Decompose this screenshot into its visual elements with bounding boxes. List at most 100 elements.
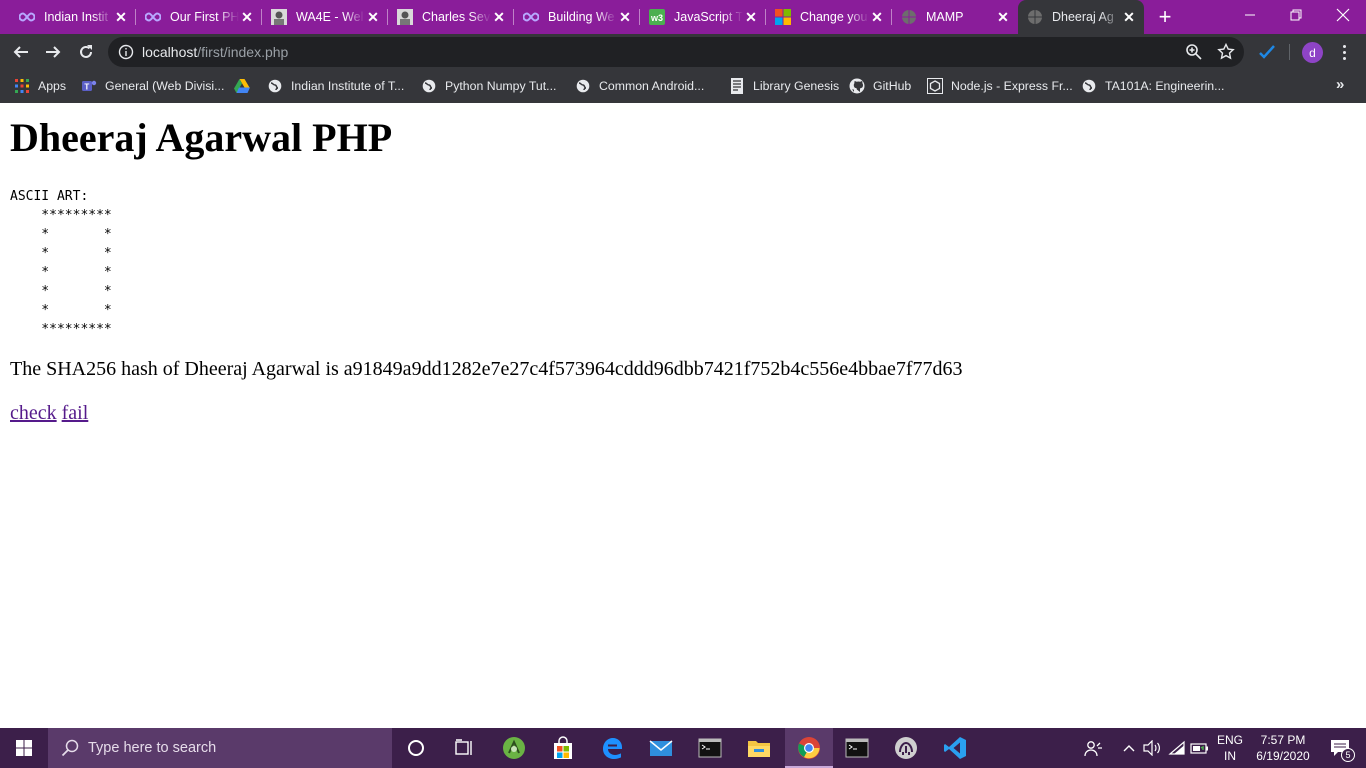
bookmark-numpy[interactable]: Python Numpy Tut... — [421, 76, 556, 96]
bookmark-node[interactable]: Node.js - Express Fr... — [927, 76, 1073, 96]
microsoft-store-app[interactable] — [539, 728, 587, 768]
tab[interactable]: w3 JavaScript T ✕ — [640, 0, 766, 34]
menu-kebab-icon[interactable] — [1336, 42, 1352, 62]
bookmark-apps[interactable]: Apps — [14, 76, 66, 96]
globe-icon — [267, 78, 283, 94]
bookmark-drive[interactable] — [234, 76, 258, 96]
close-icon — [1336, 8, 1350, 22]
people-icon[interactable] — [1082, 728, 1104, 768]
globe-icon — [1027, 9, 1043, 25]
bookmark-teams[interactable]: T General (Web Divisi... — [81, 76, 224, 96]
wifi-icon[interactable] — [1166, 728, 1188, 768]
bookmark-label: Python Numpy Tut... — [445, 79, 557, 93]
tab-title: Building We — [548, 10, 615, 24]
android-studio-icon — [503, 737, 525, 759]
bookmark-android[interactable]: Common Android... — [575, 76, 704, 96]
github-icon — [849, 78, 865, 94]
tab[interactable]: Our First PH ✕ — [136, 0, 262, 34]
terminal-app-2[interactable] — [833, 728, 881, 768]
tab-close-icon[interactable]: ✕ — [491, 9, 507, 25]
tab-close-icon[interactable]: ✕ — [239, 9, 255, 25]
app-elephant[interactable] — [882, 728, 930, 768]
url-text[interactable]: localhost/first/index.php — [142, 44, 288, 60]
chrome-app[interactable] — [785, 728, 833, 768]
bookmark-star-icon[interactable] — [1217, 43, 1235, 61]
clock-date: 6/19/2020 — [1256, 749, 1310, 763]
android-studio-app[interactable] — [490, 728, 538, 768]
volume-icon[interactable] — [1141, 728, 1163, 768]
zoom-icon[interactable] — [1185, 43, 1203, 61]
action-center-button[interactable]: 5 — [1320, 728, 1360, 768]
google-drive-icon — [234, 78, 250, 94]
cortana-circle-icon — [408, 740, 424, 756]
infinity-icon — [523, 9, 539, 25]
edge-icon — [603, 738, 622, 759]
page-heading: Dheeraj Agarwal PHP — [10, 115, 393, 160]
address-bar[interactable]: localhost/first/index.php — [108, 37, 1244, 67]
microsoft-icon — [775, 9, 791, 25]
reload-button[interactable] — [72, 38, 100, 66]
tab[interactable]: Building We ✕ — [514, 0, 640, 34]
tab-close-icon[interactable]: ✕ — [365, 9, 381, 25]
bookmark-iit[interactable]: Indian Institute of T... — [267, 76, 404, 96]
start-button[interactable] — [0, 728, 48, 768]
tab-close-icon[interactable]: ✕ — [869, 9, 885, 25]
task-view-button[interactable] — [440, 728, 488, 768]
more-bookmarks-chevron-icon[interactable]: » — [1336, 76, 1344, 93]
system-clock[interactable]: 7:57 PM 6/19/2020 — [1252, 732, 1314, 764]
tab[interactable]: Change you ✕ — [766, 0, 892, 34]
bookmark-libgen[interactable]: Library Genesis — [729, 76, 839, 96]
terminal-app[interactable] — [686, 728, 734, 768]
chevron-up-icon[interactable] — [1119, 728, 1139, 768]
check-link[interactable]: check — [10, 402, 57, 424]
mail-app[interactable] — [637, 728, 685, 768]
language-indicator[interactable]: ENG IN — [1212, 732, 1248, 764]
tab-title: Indian Instit — [44, 10, 108, 24]
battery-icon[interactable] — [1189, 728, 1211, 768]
tab-close-icon[interactable]: ✕ — [113, 9, 129, 25]
tab-title: Charles Sev — [422, 10, 491, 24]
web-page: Dheeraj Agarwal PHP ASCII ART: *********… — [0, 103, 1366, 728]
apps-grid-icon — [14, 78, 30, 94]
tab[interactable]: MAMP ✕ — [892, 0, 1018, 34]
url-host: localhost — [142, 44, 198, 60]
portrait-icon — [271, 9, 287, 25]
info-icon[interactable] — [118, 44, 134, 60]
reload-icon — [80, 45, 92, 58]
minimize-button[interactable] — [1227, 0, 1273, 30]
tab[interactable]: Indian Instit ✕ — [10, 0, 136, 34]
taskbar-search-box[interactable]: Type here to search — [48, 728, 392, 768]
back-arrow-icon — [13, 46, 28, 58]
search-placeholder: Type here to search — [88, 740, 217, 756]
search-icon — [61, 739, 79, 757]
tab-active[interactable]: Dheeraj Ag ✕ — [1018, 0, 1144, 34]
restore-button[interactable] — [1273, 0, 1319, 30]
bookmark-ta101a[interactable]: TA101A: Engineerin... — [1081, 76, 1224, 96]
tab-close-icon[interactable]: ✕ — [743, 9, 759, 25]
restore-icon — [1290, 9, 1302, 21]
file-explorer-app[interactable] — [735, 728, 783, 768]
back-button[interactable] — [7, 38, 35, 66]
elephant-app-icon — [895, 737, 917, 759]
bookmark-github[interactable]: GitHub — [849, 76, 911, 96]
close-window-button[interactable] — [1320, 0, 1366, 30]
extension-check-icon[interactable] — [1257, 42, 1277, 62]
tab-close-icon[interactable]: ✕ — [617, 9, 633, 25]
vscode-app[interactable] — [931, 728, 979, 768]
fail-link[interactable]: fail — [62, 402, 89, 424]
bookmark-label: TA101A: Engineerin... — [1105, 79, 1225, 93]
tab-strip: Indian Instit ✕ Our First PH ✕ WA4E - We… — [0, 0, 1366, 34]
edge-app[interactable] — [588, 728, 636, 768]
tab-title: Dheeraj Ag — [1052, 10, 1114, 24]
tab[interactable]: Charles Sev ✕ — [388, 0, 514, 34]
tab-close-icon[interactable]: ✕ — [1121, 9, 1137, 25]
globe-icon — [901, 9, 917, 25]
cortana-button[interactable] — [392, 728, 440, 768]
tab-close-icon[interactable]: ✕ — [995, 9, 1011, 25]
forward-button[interactable] — [39, 38, 67, 66]
new-tab-button[interactable]: + — [1153, 4, 1177, 29]
profile-avatar[interactable]: d — [1302, 42, 1323, 63]
tab[interactable]: WA4E - Wel ✕ — [262, 0, 388, 34]
language-code: ENG — [1216, 733, 1243, 747]
windows-taskbar: Type here to search ENG IN 7:57 PM 6/19/… — [0, 728, 1366, 768]
